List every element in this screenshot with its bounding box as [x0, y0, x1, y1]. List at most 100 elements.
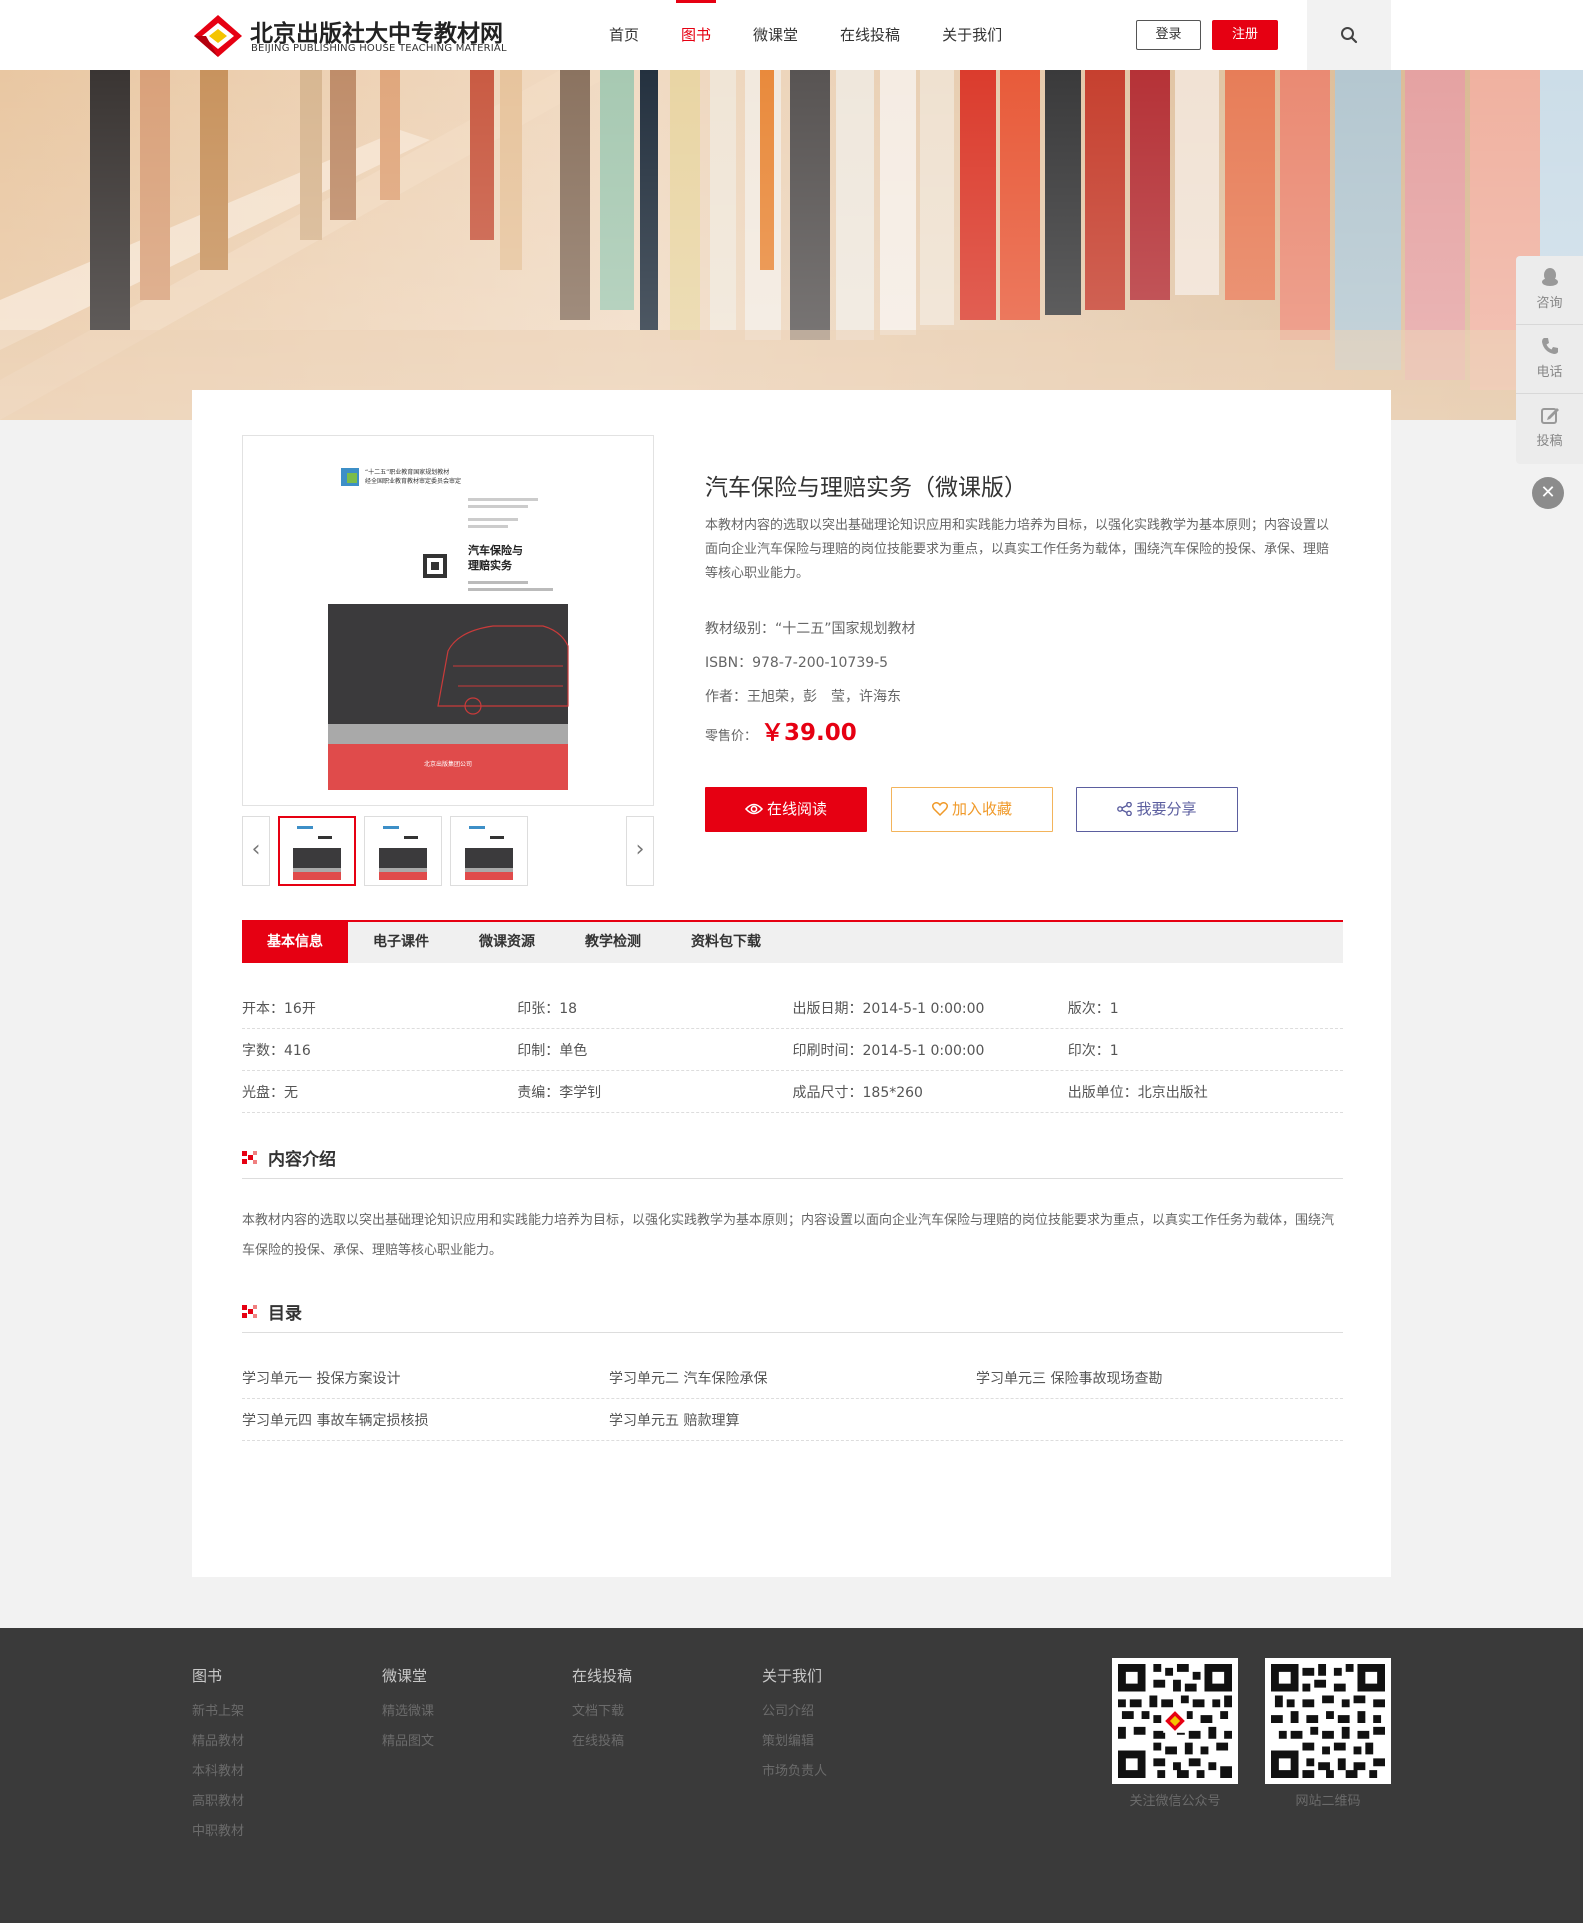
- thumbnail-3[interactable]: [450, 816, 528, 886]
- register-button[interactable]: 注册: [1212, 20, 1278, 50]
- footer-link[interactable]: 在线投稿: [572, 1727, 632, 1757]
- side-tool-consult-label: 咨询: [1536, 296, 1563, 311]
- site-footer: 图书 新书上架 精品教材 本科教材 高职教材 中职教材 微课堂 精选微课 精品图…: [0, 1628, 1583, 1923]
- footer-col-submission: 在线投稿 文档下载 在线投稿: [572, 1665, 632, 1757]
- footer-link[interactable]: 新书上架: [192, 1697, 244, 1727]
- book-authors: 作者：王旭荣，彭 莹，许海东: [705, 689, 901, 705]
- search-button[interactable]: [1307, 0, 1391, 70]
- toc-item[interactable]: 学习单元一 投保方案设计: [242, 1368, 609, 1388]
- cover-title-line1: 汽车保险与: [468, 543, 523, 557]
- nav-item-home[interactable]: 首页: [588, 0, 660, 70]
- book-cover-viewer[interactable]: “十二五”职业教育国家规划教材 经全国职业教育教材审定委员会审定 汽车保险与 理…: [242, 435, 654, 806]
- toc-item[interactable]: 学习单元二 汽车保险承保: [609, 1368, 976, 1388]
- detail-tabs: 基本信息 电子课件 微课资源 教学检测 资料包下载: [242, 920, 1343, 963]
- footer-col-about: 关于我们 公司介绍 策划编辑 市场负责人: [762, 1665, 827, 1787]
- nav-item-about[interactable]: 关于我们: [921, 0, 1023, 70]
- toc-item[interactable]: 学习单元四 事故车辆定损核损: [242, 1410, 609, 1430]
- content-section-heading: 内容介绍: [242, 1139, 1343, 1179]
- nav-item-submission[interactable]: 在线投稿: [819, 0, 921, 70]
- thumb-next-button[interactable]: ›: [626, 816, 654, 886]
- edit-icon: [1540, 408, 1559, 424]
- share-icon: [1117, 801, 1133, 817]
- tab-package-download[interactable]: 资料包下载: [666, 922, 786, 963]
- footer-link[interactable]: 精选微课: [382, 1697, 434, 1727]
- share-button[interactable]: 我要分享: [1076, 787, 1238, 832]
- thumbnail-carousel: ‹ ›: [242, 816, 654, 886]
- footer-link[interactable]: 市场负责人: [762, 1757, 827, 1787]
- book-detail-card: “十二五”职业教育国家规划教材 经全国职业教育教材审定委员会审定 汽车保险与 理…: [192, 390, 1391, 1577]
- thumb-prev-button[interactable]: ‹: [242, 816, 270, 886]
- nav-item-microclass[interactable]: 微课堂: [732, 0, 819, 70]
- footer-link[interactable]: 精品图文: [382, 1727, 434, 1757]
- basic-info-table: 开本：16开 印张：18 出版日期：2014-5-1 0:00:00 版次：1 …: [242, 987, 1343, 1113]
- thumbnail-1[interactable]: [278, 816, 356, 886]
- footer-col-title[interactable]: 在线投稿: [572, 1665, 632, 1686]
- info-cell: 字数：416: [242, 1042, 311, 1059]
- info-cell: 印制：单色: [517, 1042, 588, 1059]
- share-label: 我要分享: [1136, 800, 1197, 818]
- footer-link[interactable]: 中职教材: [192, 1817, 244, 1847]
- top-header: 北京出版社大中专教材网 BEIJING PUBLISHING HOUSE TEA…: [0, 0, 1583, 70]
- search-icon: [1341, 27, 1358, 44]
- side-toolbar: 咨询 电话 投稿: [1516, 256, 1583, 464]
- table-row: 学习单元四 事故车辆定损核损 学习单元五 赔款理算: [242, 1399, 1343, 1441]
- tab-teaching-test[interactable]: 教学检测: [560, 922, 666, 963]
- add-favorite-label: 加入收藏: [951, 800, 1012, 818]
- thumbnail-cover-image: [293, 822, 341, 880]
- side-tool-submit[interactable]: 投稿: [1516, 394, 1583, 463]
- chevron-right-icon: ›: [635, 837, 645, 862]
- toc-item[interactable]: 学习单元三 保险事故现场查勘: [976, 1368, 1343, 1388]
- side-tool-consult[interactable]: 咨询: [1516, 256, 1583, 325]
- footer-link[interactable]: 本科教材: [192, 1757, 244, 1787]
- footer-link[interactable]: 策划编辑: [762, 1727, 827, 1757]
- side-close-button[interactable]: ✕: [1532, 477, 1564, 509]
- thumbnail-cover-image: [379, 822, 427, 880]
- cover-publisher: 北京出版集团公司: [424, 760, 472, 768]
- tab-micro-resources[interactable]: 微课资源: [454, 922, 560, 963]
- table-row: 光盘：无 责编：李学钊 成品尺寸：185*260 出版单位：北京出版社: [242, 1071, 1343, 1113]
- footer-link[interactable]: 高职教材: [192, 1787, 244, 1817]
- banner-image: [0, 70, 1583, 420]
- site-logo[interactable]: 北京出版社大中专教材网 BEIJING PUBLISHING HOUSE TEA…: [192, 10, 522, 60]
- table-row: 学习单元一 投保方案设计 学习单元二 汽车保险承保 学习单元三 保险事故现场查勘: [242, 1357, 1343, 1399]
- login-button[interactable]: 登录: [1136, 20, 1201, 50]
- qr-caption: 网站二维码: [1295, 1794, 1361, 1809]
- cover-subtitle-line: 经全国职业教育教材审定委员会审定: [365, 477, 461, 485]
- qr-code-image: [1271, 1664, 1385, 1778]
- price-value: ￥39.00: [761, 720, 857, 746]
- info-cell: 光盘：无: [242, 1084, 298, 1101]
- content-section-title: 内容介绍: [268, 1150, 336, 1170]
- logo-mark-icon: [194, 15, 242, 57]
- book-intro: 本教材内容的选取以突出基础理论知识应用和实践能力培养为目标，以强化实践教学为基本…: [705, 518, 1330, 581]
- qr-code-image: [1118, 1664, 1232, 1778]
- footer-col-title[interactable]: 关于我们: [762, 1665, 827, 1686]
- section-mark-icon: [242, 1305, 257, 1318]
- tab-courseware[interactable]: 电子课件: [348, 922, 454, 963]
- info-cell: 出版日期：2014-5-1 0:00:00: [792, 1000, 985, 1017]
- side-tool-phone[interactable]: 电话: [1516, 325, 1583, 394]
- side-tool-phone-label: 电话: [1536, 365, 1563, 380]
- toc-list: 学习单元一 投保方案设计 学习单元二 汽车保险承保 学习单元三 保险事故现场查勘…: [242, 1357, 1343, 1441]
- thumbnail-2[interactable]: [364, 816, 442, 886]
- logo-name-en: BEIJING PUBLISHING HOUSE TEACHING MATERI…: [251, 43, 507, 54]
- qr-caption: 关注微信公众号: [1129, 1794, 1221, 1809]
- footer-col-title[interactable]: 微课堂: [382, 1665, 434, 1686]
- book-cover-image: “十二五”职业教育国家规划教材 经全国职业教育教材审定委员会审定 汽车保险与 理…: [328, 454, 569, 790]
- book-isbn: ISBN：978-7-200-10739-5: [705, 655, 889, 671]
- toc-section-title: 目录: [268, 1304, 302, 1324]
- toc-section-heading: 目录: [242, 1293, 1343, 1333]
- info-cell: 版次：1: [1067, 1000, 1119, 1017]
- footer-col-books: 图书 新书上架 精品教材 本科教材 高职教材 中职教材: [192, 1665, 244, 1847]
- nav-item-books[interactable]: 图书: [660, 0, 732, 70]
- footer-link[interactable]: 精品教材: [192, 1727, 244, 1757]
- tab-basic-info[interactable]: 基本信息: [242, 922, 348, 963]
- footer-link[interactable]: 公司介绍: [762, 1697, 827, 1727]
- qq-penguin-icon: [1541, 268, 1558, 286]
- footer-link[interactable]: 文档下载: [572, 1697, 632, 1727]
- read-online-button[interactable]: 在线阅读: [705, 787, 867, 832]
- thumbnail-cover-image: [465, 822, 513, 880]
- book-title: 汽车保险与理赔实务（微课版）: [705, 475, 1027, 501]
- toc-item[interactable]: 学习单元五 赔款理算: [609, 1410, 976, 1430]
- add-favorite-button[interactable]: 加入收藏: [891, 787, 1053, 832]
- footer-col-title[interactable]: 图书: [192, 1665, 244, 1686]
